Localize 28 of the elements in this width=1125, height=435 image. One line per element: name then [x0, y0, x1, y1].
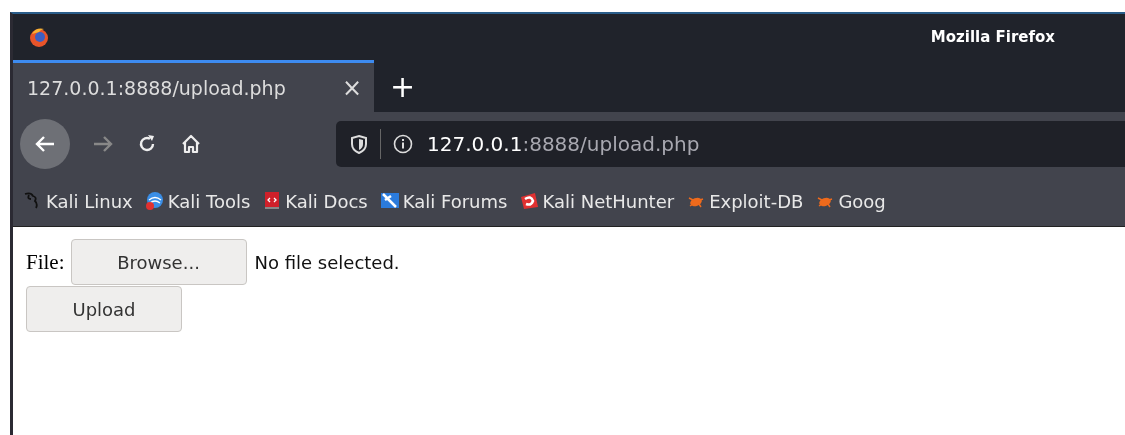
file-status: No file selected.: [254, 251, 400, 273]
bookmark-link[interactable]: Kali NetHunter: [542, 190, 675, 212]
info-icon[interactable]: [393, 134, 413, 154]
new-tab-button[interactable]: +: [374, 60, 432, 112]
bookmark-link[interactable]: Kali Tools: [167, 190, 251, 212]
hook-icon: [519, 191, 540, 211]
globe-icon: [144, 191, 165, 211]
forum-icon: [379, 191, 400, 211]
tab-title[interactable]: 127.0.0.1:8888/upload.php: [27, 76, 342, 99]
bookmark-link[interactable]: Kali Docs: [285, 190, 368, 212]
bookmark-link[interactable]: Goog: [838, 190, 886, 212]
firefox-logo-icon: [28, 26, 50, 48]
url-host: 127.0.0.1: [427, 132, 523, 156]
back-arrow-icon: [34, 134, 56, 154]
bookmark-link[interactable]: Exploit-DB: [709, 190, 804, 212]
bookmark-link[interactable]: Kali Forums: [402, 190, 508, 212]
browse-button[interactable]: Browse...: [70, 239, 247, 285]
back-button[interactable]: [20, 119, 70, 169]
window-title: Mozilla Firefox: [930, 28, 1055, 46]
field-label: File:: [26, 249, 65, 275]
bookmark-link[interactable]: Kali Linux: [46, 190, 133, 212]
url-path: :8888/upload.php: [522, 132, 700, 156]
shield-icon[interactable]: [350, 134, 368, 154]
home-icon[interactable]: [180, 133, 202, 155]
close-tab-button[interactable]: ×: [341, 73, 362, 102]
upload-button[interactable]: Upload: [26, 286, 182, 332]
address-bar[interactable]: 127.0.0.1:8888/upload.php: [336, 121, 1125, 167]
browser-tab[interactable]: 127.0.0.1:8888/upload.php ×: [13, 60, 374, 112]
